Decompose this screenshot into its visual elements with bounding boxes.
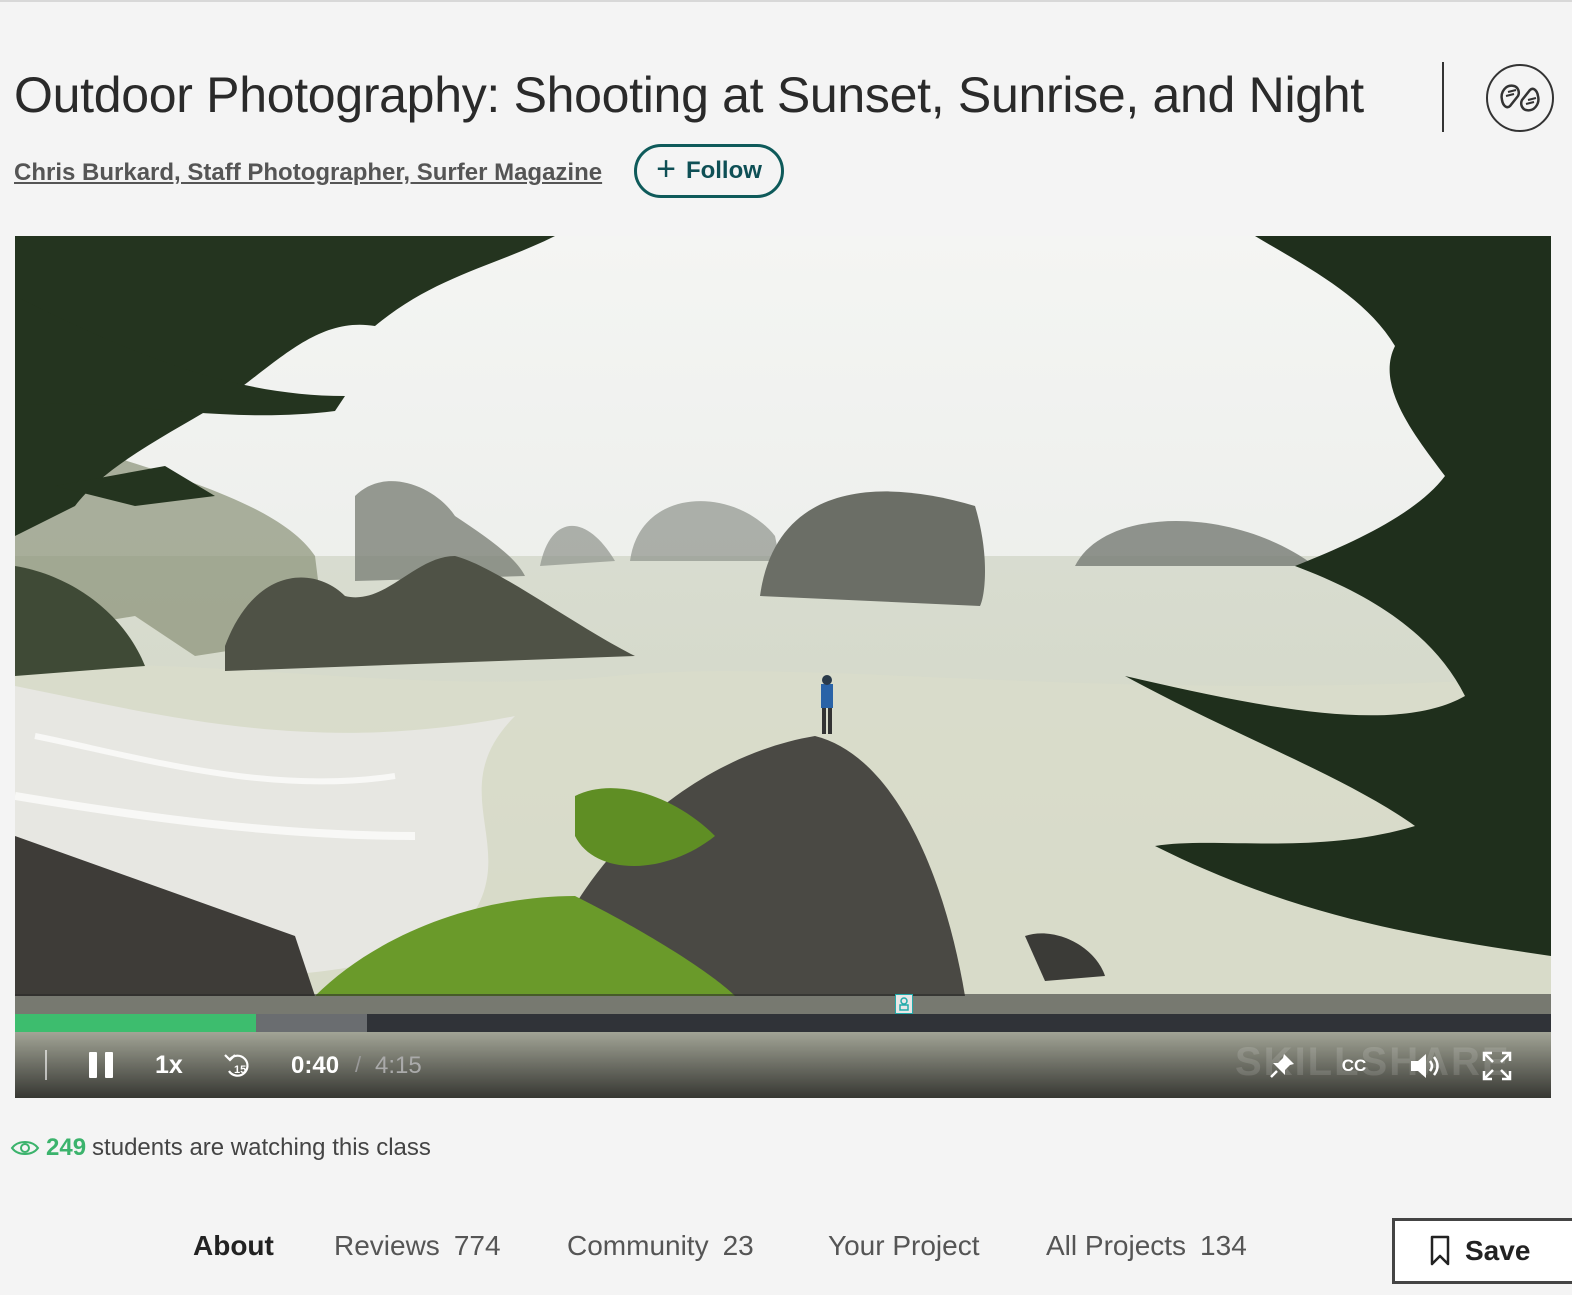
playback-speed-button[interactable]: 1x	[155, 1051, 183, 1080]
chapter-marker-icon[interactable]	[895, 994, 913, 1014]
cc-label: CC	[1341, 1056, 1367, 1075]
fullscreen-icon[interactable]	[1479, 1049, 1515, 1083]
tab-reviews[interactable]: Reviews 774	[334, 1230, 501, 1262]
total-time: 4:15	[375, 1052, 422, 1079]
volume-icon[interactable]	[1407, 1049, 1445, 1083]
video-player[interactable]: 1x 15 0:40 / 4:15 SKILLSHARE CC	[15, 236, 1551, 1098]
tab-label: Your Project	[828, 1230, 980, 1261]
follow-label: Follow	[685, 157, 762, 184]
tab-label: Reviews	[334, 1230, 440, 1261]
course-title: Outdoor Photography: Shooting at Sunset,…	[14, 67, 1364, 123]
tab-label: About	[193, 1230, 274, 1261]
follow-button[interactable]: + Follow	[634, 144, 784, 198]
pin-icon[interactable]	[1265, 1050, 1299, 1082]
tab-count: 23	[722, 1230, 754, 1261]
bookmark-icon	[1430, 1235, 1450, 1266]
pause-icon[interactable]	[83, 1050, 119, 1080]
tab-your-project[interactable]: Your Project	[828, 1230, 980, 1262]
video-frame	[15, 236, 1551, 1098]
top-border	[0, 0, 1572, 2]
closed-captions-button[interactable]: CC	[1337, 1050, 1371, 1082]
watching-text: students are watching this class	[92, 1134, 431, 1161]
rewind-15-icon[interactable]: 15	[221, 1048, 255, 1082]
tab-label: All Projects	[1046, 1230, 1187, 1261]
time-separator: /	[355, 1052, 362, 1077]
tab-about[interactable]: About	[193, 1230, 274, 1262]
class-tabs: About Reviews 774 Community 23 Your Projec…	[0, 1230, 1572, 1270]
skillshare-logo-icon[interactable]	[1486, 64, 1554, 132]
tab-community[interactable]: Community 23	[567, 1230, 754, 1262]
player-controls: 1x 15 0:40 / 4:15 SKILLSHARE CC	[15, 1032, 1551, 1098]
author-link[interactable]: Chris Burkard, Staff Photographer, Surfe…	[14, 159, 602, 187]
current-time: 0:40	[291, 1052, 340, 1079]
controls-divider	[45, 1050, 47, 1080]
eye-icon	[10, 1141, 40, 1155]
save-button[interactable]: Save	[1392, 1218, 1572, 1284]
tab-label: Community	[567, 1230, 709, 1261]
svg-text:15: 15	[234, 1064, 246, 1076]
watching-indicator: 249 students are watching this class	[10, 1134, 431, 1162]
progress-played	[15, 1014, 257, 1032]
tab-all-projects[interactable]: All Projects 134	[1046, 1230, 1247, 1262]
title-divider	[1442, 62, 1444, 132]
watching-count: 249	[46, 1134, 87, 1161]
tab-count: 774	[453, 1230, 501, 1261]
plus-icon: +	[656, 150, 676, 188]
save-label: Save	[1465, 1235, 1531, 1266]
chapter-bar[interactable]	[15, 994, 1551, 1014]
tab-count: 134	[1200, 1230, 1247, 1261]
